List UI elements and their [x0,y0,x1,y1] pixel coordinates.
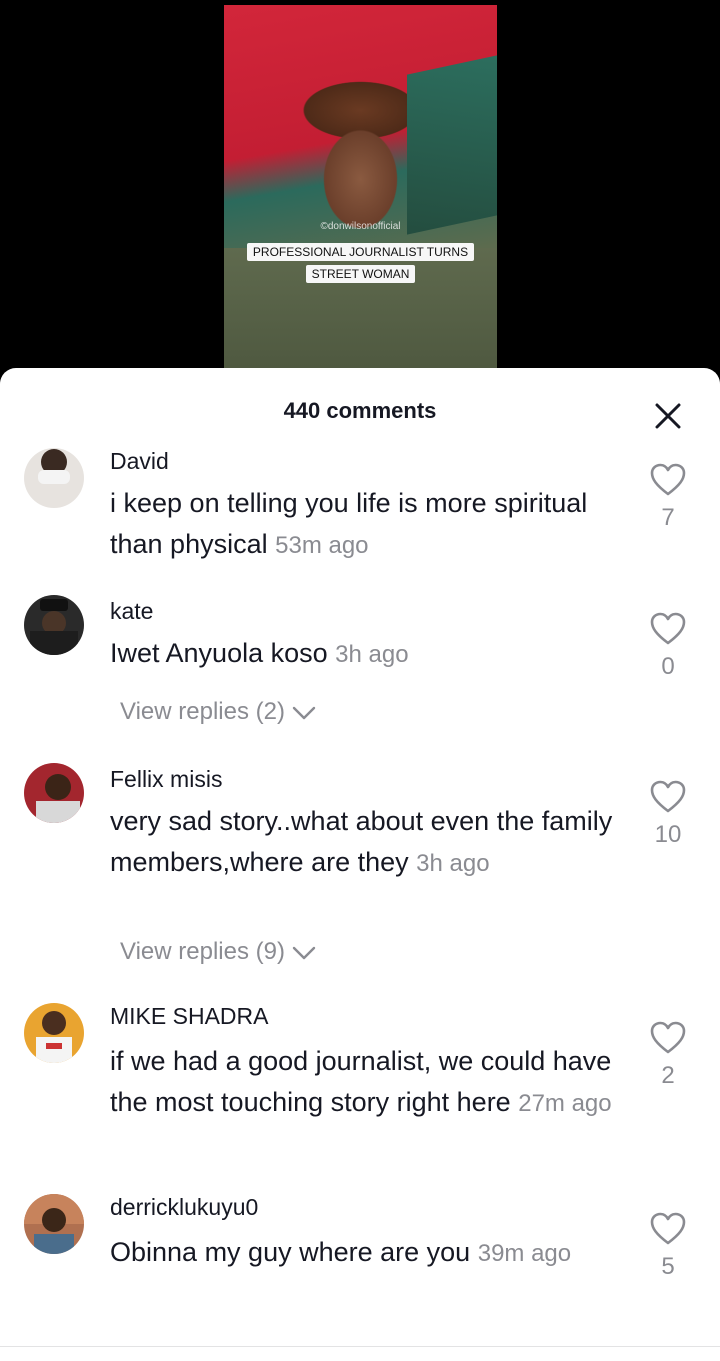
close-icon [655,403,681,429]
avatar[interactable] [24,1194,84,1254]
comment-body: Obinna my guy where are you [110,1237,471,1267]
comment-username[interactable]: kate [110,598,153,625]
view-replies-button[interactable]: View replies (9) [120,938,316,966]
comment-text: i keep on telling you life is more spiri… [110,483,625,566]
comments-sheet: 440 comments David i keep on telling you… [0,368,720,1361]
comment-username[interactable]: derricklukuyu0 [110,1194,258,1221]
avatar[interactable] [24,1003,84,1063]
video-background-tent [407,55,497,235]
comment-time: 39m ago [477,1240,572,1267]
avatar[interactable] [24,448,84,508]
like-button[interactable]: 5 [648,1212,688,1281]
comment-text: if we had a good journalist, we could ha… [110,1041,625,1124]
comment-text: Iwet Anyuola koso 3h ago [110,633,625,675]
comment-username[interactable]: MIKE SHADRA [110,1003,268,1030]
divider [0,1346,720,1347]
heart-outline-icon [650,612,686,645]
video-preview[interactable]: ©donwilsonofficial PROFESSIONAL JOURNALI… [224,5,497,368]
like-count: 0 [661,653,675,680]
like-button[interactable]: 0 [648,612,688,681]
view-replies-label: View replies (9) [120,938,285,965]
like-count: 5 [661,1253,675,1280]
heart-outline-icon [650,463,686,496]
avatar[interactable] [24,595,84,655]
like-button[interactable]: 7 [648,463,688,532]
view-replies-label: View replies (2) [120,698,285,725]
chevron-down-icon [292,946,315,959]
like-count: 10 [654,821,682,848]
like-button[interactable]: 2 [648,1021,688,1090]
like-count: 7 [661,504,675,531]
like-button[interactable]: 10 [648,780,688,849]
comment-time: 3h ago [335,641,409,668]
video-caption: PROFESSIONAL JOURNALIST TURNS STREET WOM… [224,241,497,285]
comment-time: 27m ago [518,1090,612,1117]
comment-time: 53m ago [275,532,369,559]
video-caption-line-1: PROFESSIONAL JOURNALIST TURNS [246,243,475,261]
video-watermark: ©donwilsonofficial [320,221,401,232]
comment-username[interactable]: David [110,448,169,475]
comment-body: very sad story..what about even the fami… [110,806,613,877]
close-button[interactable] [650,398,686,434]
heart-outline-icon [650,780,686,813]
chevron-down-icon [292,706,315,719]
comments-count-title: 440 comments [283,398,437,423]
comment-time: 3h ago [416,850,490,877]
avatar[interactable] [24,763,84,823]
like-count: 2 [661,1062,675,1089]
comment-text: very sad story..what about even the fami… [110,801,625,884]
view-replies-button[interactable]: View replies (2) [120,698,316,726]
heart-outline-icon [650,1021,686,1054]
video-caption-line-2: STREET WOMAN [305,265,416,283]
heart-outline-icon [650,1212,686,1245]
comment-text: Obinna my guy where are you 39m ago [110,1232,625,1274]
comment-body: Iwet Anyuola koso [110,638,328,668]
comment-username[interactable]: Fellix misis [110,766,222,793]
